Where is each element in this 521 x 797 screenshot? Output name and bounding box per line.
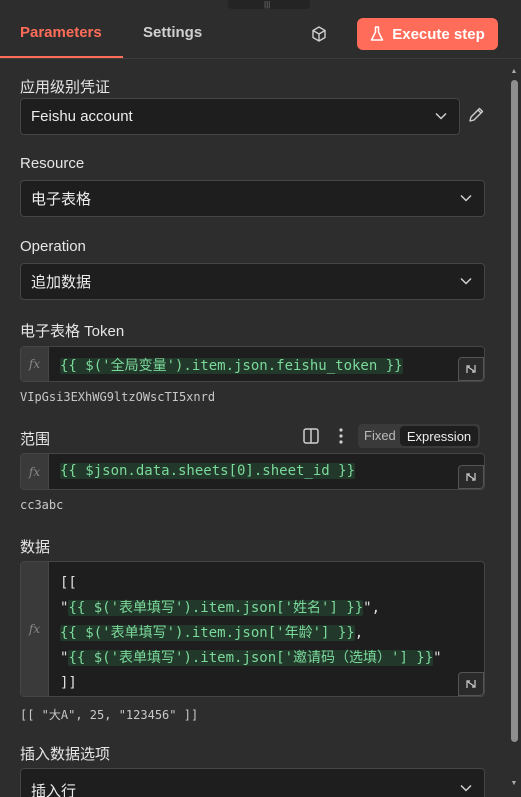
data-result-preview: [[ "大A", 25, "123456" ]] xyxy=(20,708,199,722)
scroll-up-arrow-icon[interactable]: ▲ xyxy=(509,68,519,76)
edit-pencil-icon[interactable] xyxy=(467,106,485,124)
tab-settings[interactable]: Settings xyxy=(143,24,202,41)
data-line-3: "{{ $('表单填写').item.json['邀请码（选填）'] }}" xyxy=(60,650,442,666)
data-open-bracket: [[ xyxy=(60,575,77,591)
insert-options-select[interactable]: 插入行 xyxy=(20,768,485,797)
operation-value: 追加数据 xyxy=(31,274,92,291)
data-line-2: {{ $('表单填写').item.json['年龄'] }}, xyxy=(60,625,364,641)
toggle-expression[interactable]: Expression xyxy=(400,426,478,446)
sidebar-toggle-icon[interactable] xyxy=(302,427,320,445)
execute-step-button[interactable]: Execute step xyxy=(357,18,498,50)
chevron-down-icon xyxy=(435,112,447,120)
fx-icon: fx xyxy=(21,454,49,489)
chevron-down-icon xyxy=(460,277,472,285)
chevron-down-icon xyxy=(460,194,472,202)
scrollbar-thumb[interactable] xyxy=(511,80,518,742)
resource-value: 电子表格 xyxy=(31,191,92,208)
expand-editor-button[interactable] xyxy=(458,672,484,696)
credential-select[interactable]: Feishu account xyxy=(20,98,460,135)
data-close-bracket: ]] xyxy=(60,675,77,691)
fx-icon: fx xyxy=(21,347,49,381)
range-result-preview: cc3abc xyxy=(20,498,64,512)
token-result-preview: VIpGsi3EXhWG9ltzOWscTI5xnrd xyxy=(20,390,216,404)
data-label: 数据 xyxy=(20,539,51,556)
flask-icon xyxy=(370,26,384,41)
execute-step-label: Execute step xyxy=(392,25,485,43)
credential-label: 应用级别凭证 xyxy=(20,79,111,96)
range-expression-field[interactable]: fx {{ $json.data.sheets[0].sheet_id }} xyxy=(20,453,485,490)
active-tab-indicator xyxy=(0,56,123,58)
data-line-1: "{{ $('表单填写').item.json['姓名'] }}", xyxy=(60,600,381,616)
resource-label: Resource xyxy=(20,155,85,172)
panel-drag-handle[interactable]: ||| xyxy=(228,0,310,9)
credential-value: Feishu account xyxy=(31,108,133,125)
scrollbar[interactable]: ▲ ▼ xyxy=(509,68,519,797)
chevron-down-icon xyxy=(460,784,472,792)
more-options-icon[interactable] xyxy=(333,427,349,445)
resource-select[interactable]: 电子表格 xyxy=(20,180,485,217)
expand-icon xyxy=(466,680,476,688)
cube-icon[interactable] xyxy=(310,25,328,43)
operation-select[interactable]: 追加数据 xyxy=(20,263,485,300)
token-label: 电子表格 Token xyxy=(20,323,125,340)
token-expression: {{ $('全局变量').item.json.feishu_token }} xyxy=(60,358,403,374)
scroll-down-arrow-icon[interactable]: ▼ xyxy=(509,780,519,788)
fx-icon: fx xyxy=(21,562,49,696)
operation-label: Operation xyxy=(20,238,86,255)
expand-editor-button[interactable] xyxy=(458,465,484,489)
toggle-fixed[interactable]: Fixed xyxy=(364,428,396,443)
fixed-expression-toggle: Fixed Expression xyxy=(358,424,480,448)
insert-options-value: 插入行 xyxy=(31,783,77,797)
insert-options-label: 插入数据选项 xyxy=(20,746,111,763)
data-expression-field[interactable]: fx [[ "{{ $('表单填写').item.json['姓名'] }}",… xyxy=(20,561,485,697)
tab-bar: Parameters Settings Execute step xyxy=(0,9,521,59)
tab-parameters[interactable]: Parameters xyxy=(20,24,102,41)
expand-icon xyxy=(466,365,476,373)
expand-editor-button[interactable] xyxy=(458,357,484,381)
token-expression-field[interactable]: fx {{ $('全局变量').item.json.feishu_token }… xyxy=(20,346,485,382)
expand-icon xyxy=(466,473,476,481)
range-label: 范围 xyxy=(20,431,51,448)
range-expression: {{ $json.data.sheets[0].sheet_id }} xyxy=(60,463,356,479)
